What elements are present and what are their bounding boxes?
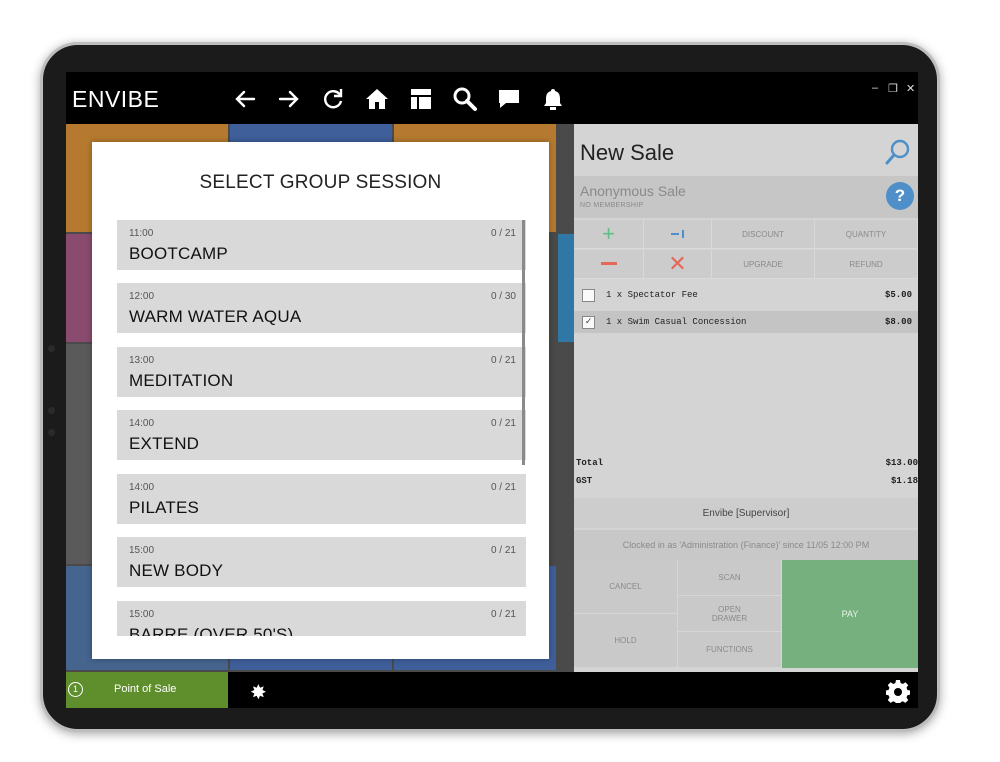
- upgrade-button[interactable]: UPGRADE: [712, 250, 815, 279]
- modal-title: SELECT GROUP SESSION: [199, 172, 442, 193]
- top-bar: ENVIBE – ❐ ✕: [66, 72, 918, 124]
- session-item[interactable]: 15:00 0 / 21 BARRE (OVER 50'S): [117, 601, 526, 636]
- minus-icon: [600, 262, 617, 265]
- back-arrow-icon[interactable]: [230, 84, 260, 114]
- remove-item-button[interactable]: [574, 250, 644, 279]
- session-time: 13:00: [129, 355, 155, 366]
- session-item[interactable]: 12:00 0 / 30 WARM WATER AQUA: [117, 283, 526, 333]
- session-name: BOOTCAMP: [129, 244, 228, 263]
- action-grid: + DISCOUNT QUANTITY ✕ UPGRADE REFUND: [574, 220, 918, 280]
- plus-icon: +: [602, 221, 615, 246]
- total-label: Total: [576, 458, 604, 468]
- session-list-scrollbar[interactable]: [522, 220, 525, 465]
- session-list[interactable]: 11:00 0 / 21 BOOTCAMP 12:00 0 / 30 WARM …: [117, 220, 532, 636]
- session-capacity: 0 / 21: [490, 482, 516, 493]
- total-value: $13.00: [885, 458, 918, 468]
- membership-status: NO MEMBERSHIP: [580, 202, 644, 209]
- product-tile[interactable]: [558, 234, 574, 342]
- operator-button[interactable]: Envibe [Supervisor]: [574, 498, 918, 528]
- split-icon: [670, 230, 684, 238]
- functions-button[interactable]: FUNCTIONS: [678, 632, 782, 668]
- brand-logo: ENVIBE: [72, 86, 160, 112]
- session-time: 11:00: [129, 228, 154, 239]
- session-name: MEDITATION: [129, 371, 234, 390]
- session-time: 14:00: [129, 482, 155, 493]
- point-of-sale-tab[interactable]: 1 Point of Sale: [66, 672, 228, 708]
- hold-button[interactable]: HOLD: [574, 614, 678, 668]
- session-name: WARM WATER AQUA: [129, 307, 302, 326]
- session-name: PILATES: [129, 498, 200, 517]
- customer-search-icon[interactable]: [884, 138, 912, 166]
- line-description: 1 x Spectator Fee: [606, 290, 698, 300]
- register-icon[interactable]: [406, 84, 436, 114]
- cross-icon: ✕: [668, 251, 687, 276]
- side-dot: [48, 429, 55, 436]
- chat-icon[interactable]: [494, 84, 524, 114]
- side-dot: [48, 345, 55, 352]
- pay-button[interactable]: PAY: [782, 560, 918, 668]
- session-item[interactable]: 15:00 0 / 21 NEW BODY: [117, 537, 526, 587]
- minimize-button[interactable]: –: [872, 82, 878, 94]
- session-name: BARRE (OVER 50'S): [129, 625, 294, 636]
- quantity-button[interactable]: QUANTITY: [815, 220, 918, 249]
- session-time: 14:00: [129, 418, 155, 429]
- sale-line-item[interactable]: 1 x Spectator Fee $5.00: [574, 284, 918, 306]
- session-item[interactable]: 11:00 0 / 21 BOOTCAMP: [117, 220, 526, 270]
- session-item[interactable]: 14:00 0 / 21 EXTEND: [117, 410, 526, 460]
- gst-value: $1.18: [890, 476, 918, 486]
- line-price: $5.00: [884, 290, 912, 300]
- tab-number-badge: 1: [68, 682, 83, 697]
- select-session-modal: SELECT GROUP SESSION 11:00 0 / 21 BOOTCA…: [92, 142, 549, 659]
- total-row: Total $13.00: [576, 458, 918, 468]
- session-capacity: 0 / 21: [490, 609, 516, 620]
- clocked-in-status: Clocked in as 'Administration (Finance)'…: [574, 530, 918, 560]
- sale-title: New Sale: [580, 140, 675, 165]
- help-icon[interactable]: ?: [886, 182, 914, 210]
- session-name: NEW BODY: [129, 561, 224, 580]
- bottom-bar: 1 Point of Sale ✸: [66, 672, 918, 708]
- forward-arrow-icon[interactable]: [274, 84, 304, 114]
- session-capacity: 0 / 21: [490, 228, 516, 239]
- session-capacity: 0 / 21: [490, 545, 516, 556]
- bell-icon[interactable]: [538, 84, 568, 114]
- side-dot: [48, 407, 55, 414]
- gst-label: GST: [576, 476, 593, 486]
- gear-icon[interactable]: [885, 679, 911, 706]
- session-item[interactable]: 14:00 0 / 21 PILATES: [117, 474, 526, 524]
- gst-row: GST $1.18: [576, 476, 918, 486]
- session-name: EXTEND: [129, 434, 200, 453]
- session-time: 15:00: [129, 609, 155, 620]
- refresh-icon[interactable]: [318, 84, 348, 114]
- sale-panel: New Sale Anonymous Sale NO MEMBERSHIP ? …: [574, 124, 918, 672]
- customer-name: Anonymous Sale: [580, 183, 686, 199]
- add-item-button[interactable]: +: [574, 220, 644, 249]
- discount-button[interactable]: DISCOUNT: [712, 220, 815, 249]
- home-icon[interactable]: [362, 84, 392, 114]
- session-item[interactable]: 13:00 0 / 21 MEDITATION: [117, 347, 526, 397]
- starburst-icon[interactable]: ✸: [250, 680, 267, 705]
- line-checkbox[interactable]: [582, 288, 595, 302]
- line-checkbox[interactable]: ✓: [582, 315, 595, 329]
- session-time: 12:00: [129, 291, 155, 302]
- sale-line-item[interactable]: ✓ 1 x Swim Casual Concession $8.00: [574, 311, 918, 333]
- scan-button[interactable]: SCAN: [678, 560, 782, 596]
- restore-button[interactable]: ❐: [888, 82, 898, 95]
- search-icon[interactable]: [450, 84, 480, 114]
- close-button[interactable]: ✕: [906, 82, 915, 95]
- line-description: 1 x Swim Casual Concession: [606, 317, 747, 327]
- session-capacity: 0 / 21: [490, 355, 516, 366]
- void-item-button[interactable]: ✕: [644, 250, 712, 279]
- cancel-button[interactable]: CANCEL: [574, 560, 678, 614]
- split-item-button[interactable]: [644, 220, 712, 249]
- line-price: $8.00: [884, 317, 912, 327]
- refund-button[interactable]: REFUND: [815, 250, 918, 279]
- open-drawer-button[interactable]: OPEN DRAWER: [678, 596, 782, 632]
- tab-label: Point of Sale: [114, 683, 177, 695]
- customer-box[interactable]: Anonymous Sale NO MEMBERSHIP ?: [574, 176, 918, 218]
- session-capacity: 0 / 30: [490, 291, 516, 302]
- session-capacity: 0 / 21: [490, 418, 516, 429]
- session-time: 15:00: [129, 545, 155, 556]
